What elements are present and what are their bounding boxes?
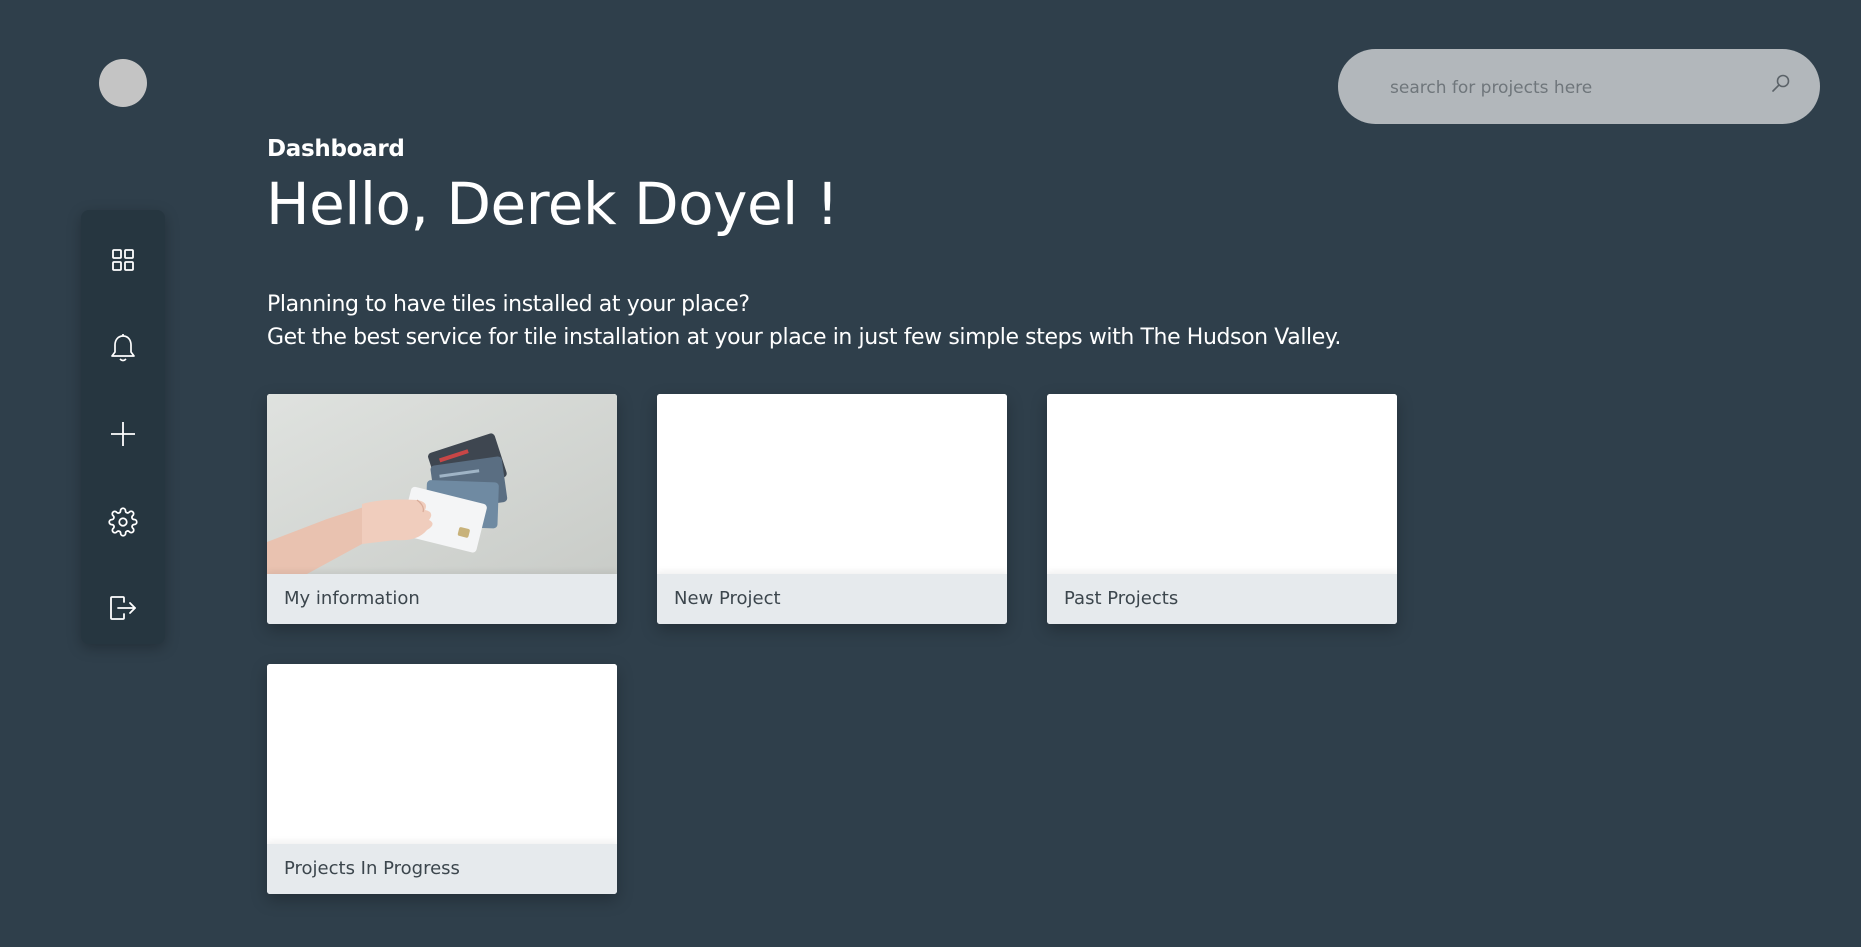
- card-label: Past Projects: [1064, 588, 1179, 609]
- card-projects-in-progress[interactable]: Projects In Progress: [267, 664, 617, 894]
- search-icon[interactable]: [1771, 73, 1791, 97]
- page-title: Hello, Derek Doyel !: [266, 170, 839, 238]
- sidebar-item-settings[interactable]: [81, 492, 165, 552]
- breadcrumb: Dashboard: [267, 136, 405, 162]
- card-footer: My information: [267, 574, 617, 624]
- bell-icon: [110, 333, 136, 363]
- card-label: New Project: [674, 588, 781, 609]
- card-media: [657, 394, 1007, 574]
- card-label: My information: [284, 588, 420, 609]
- card-footer: New Project: [657, 574, 1007, 624]
- logout-icon: [109, 595, 137, 621]
- card-label: Projects In Progress: [284, 858, 460, 879]
- sidebar-item-logout[interactable]: [81, 578, 165, 638]
- search-input[interactable]: [1388, 49, 1752, 126]
- intro-line-1: Planning to have tiles installed at your…: [267, 292, 750, 317]
- avatar[interactable]: [99, 59, 147, 107]
- gear-icon: [108, 507, 138, 537]
- card-new-project[interactable]: New Project: [657, 394, 1007, 624]
- card-my-information[interactable]: My information: [267, 394, 617, 624]
- intro-line-2: Get the best service for tile installati…: [267, 325, 1341, 350]
- card-media: [267, 664, 617, 844]
- card-photo: [267, 394, 617, 574]
- plus-icon: [109, 420, 137, 448]
- card-footer: Past Projects: [1047, 574, 1397, 624]
- search-bar: [1338, 49, 1820, 126]
- grid-icon: [111, 248, 135, 272]
- hand-holding-cards-image: [267, 394, 617, 574]
- card-footer: Projects In Progress: [267, 844, 617, 894]
- sidebar-item-notifications[interactable]: [81, 318, 165, 378]
- intro-text: Planning to have tiles installed at your…: [267, 288, 1341, 354]
- card-media: [1047, 394, 1397, 574]
- sidebar: [81, 210, 165, 644]
- card-past-projects[interactable]: Past Projects: [1047, 394, 1397, 624]
- sidebar-item-dashboard[interactable]: [81, 230, 165, 290]
- sidebar-item-add[interactable]: [81, 404, 165, 464]
